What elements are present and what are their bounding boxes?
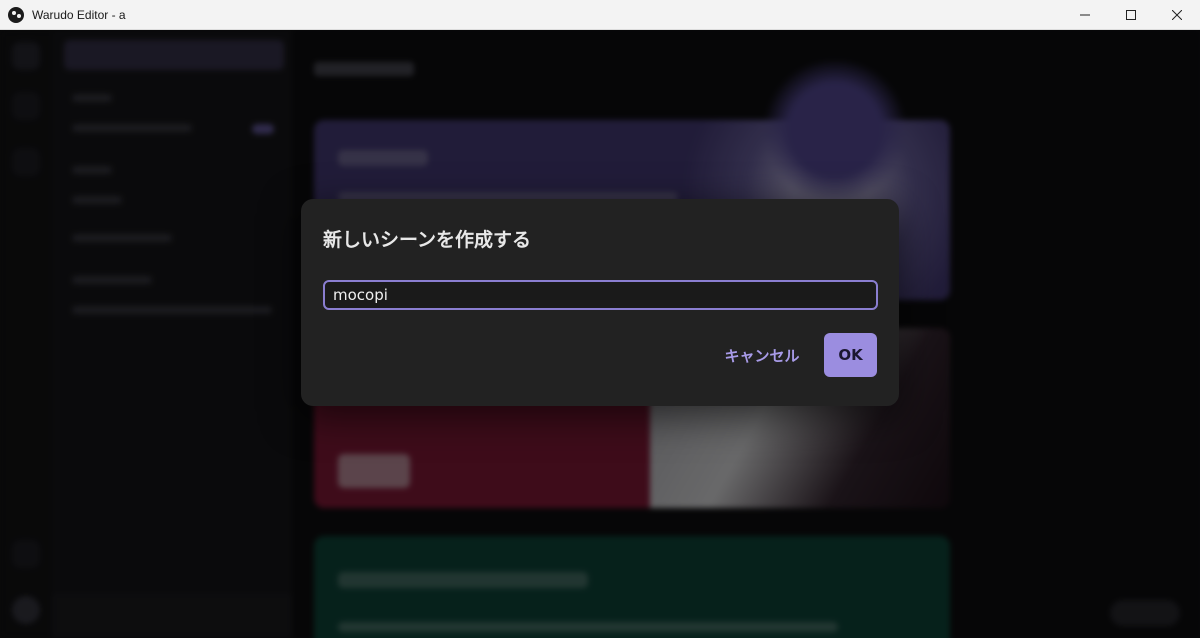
- ok-button[interactable]: OK: [824, 333, 877, 377]
- maximize-button[interactable]: [1108, 0, 1154, 30]
- close-button[interactable]: [1154, 0, 1200, 30]
- maximize-icon: [1126, 9, 1136, 20]
- close-icon: [1172, 9, 1182, 20]
- create-scene-dialog: 新しいシーンを作成する キャンセル OK: [301, 199, 899, 406]
- cancel-button[interactable]: キャンセル: [707, 333, 817, 377]
- warudo-app-icon: [8, 6, 24, 23]
- minimize-button[interactable]: [1062, 0, 1108, 30]
- dialog-title: 新しいシーンを作成する: [323, 229, 532, 251]
- window-title: Warudo Editor - a: [32, 7, 126, 22]
- window-titlebar: Warudo Editor - a: [0, 0, 1200, 30]
- minimize-icon: [1080, 14, 1090, 15]
- window-controls: [1062, 0, 1200, 30]
- scene-name-input[interactable]: [323, 280, 878, 310]
